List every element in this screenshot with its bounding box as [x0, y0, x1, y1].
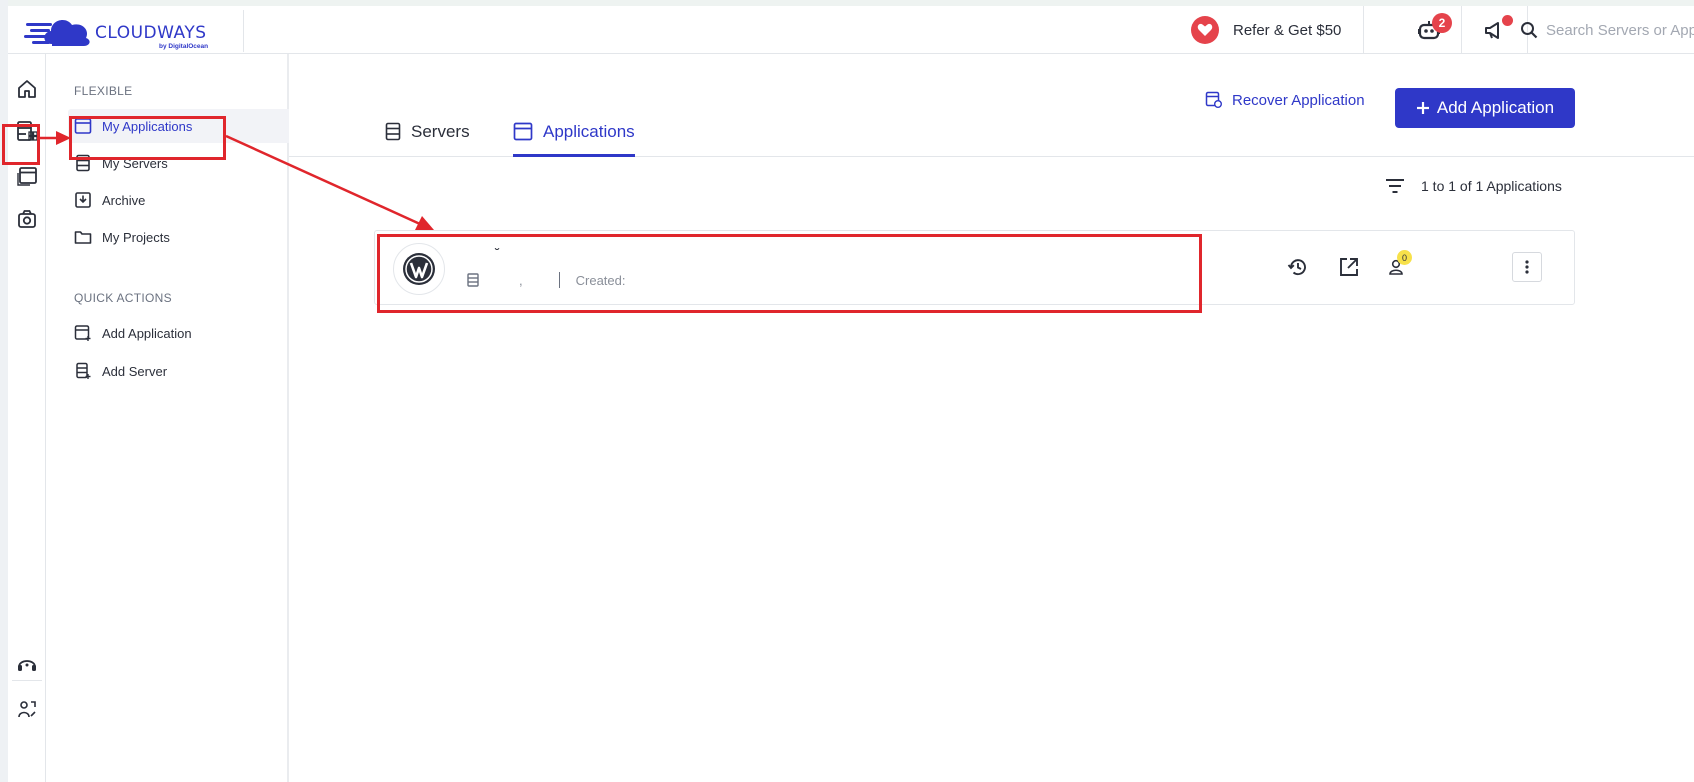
brand-subtitle: by DigitalOcean [159, 43, 209, 50]
recover-icon [1205, 91, 1222, 108]
sidebar-item-my-applications[interactable]: My Applications [68, 109, 314, 143]
section-flexible: FLEXIBLE [74, 84, 133, 98]
top-header: CLOUDWAYS by DigitalOcean Refer & Get $5… [8, 6, 1694, 54]
support-icon [18, 660, 36, 671]
rail-team[interactable] [12, 694, 42, 724]
heart-icon [1191, 16, 1219, 44]
rail-home[interactable] [12, 74, 42, 104]
sidebar-item-label: My Applications [102, 118, 193, 134]
cloudways-logo[interactable]: CLOUDWAYS by DigitalOcean [16, 10, 244, 52]
tab-label: Servers [411, 122, 470, 141]
sidebar-item-label: My Servers [102, 155, 168, 171]
filter-icon[interactable] [1385, 178, 1405, 194]
refer-button[interactable]: Refer & Get $50 [1191, 6, 1365, 54]
server-icon [385, 122, 401, 141]
open-external-button[interactable] [1334, 252, 1364, 282]
rail-support[interactable] [12, 649, 42, 679]
add-server-icon [74, 362, 92, 380]
server-icon [74, 154, 92, 172]
wordpress-icon [403, 253, 435, 285]
quick-action-label: Add Application [102, 325, 192, 341]
sidebar-item-my-servers[interactable]: My Servers [68, 146, 314, 180]
brand-name: CLOUDWAYS [95, 23, 207, 43]
collaborator-count-badge: 0 [1397, 250, 1412, 265]
page: CLOUDWAYS by DigitalOcean Refer & Get $5… [0, 0, 1694, 782]
section-quick-actions: QUICK ACTIONS [74, 291, 172, 305]
more-options-button[interactable] [1512, 252, 1542, 282]
sidebar-item-archive[interactable]: Archive [68, 183, 314, 217]
meta-divider [558, 272, 560, 288]
app-window-icon [74, 117, 92, 135]
tab-label: Applications [543, 122, 635, 141]
team-switch-icon [18, 701, 36, 718]
server-icon [467, 273, 479, 287]
secondary-sidebar: FLEXIBLE My Applications My Servers Arch… [46, 54, 314, 782]
kebab-menu-icon [1525, 260, 1529, 274]
created-label: Created: [575, 272, 626, 288]
external-link-icon [1340, 258, 1358, 276]
folder-icon [74, 228, 92, 246]
tab-servers[interactable]: Servers [385, 122, 470, 157]
tab-bar: Servers Applications [289, 114, 1694, 157]
quick-add-server[interactable]: Add Server [68, 354, 314, 388]
search-input[interactable] [1546, 21, 1694, 39]
sidebar-item-label: My Projects [102, 229, 170, 245]
search-icon [1521, 22, 1538, 39]
collaborators-button[interactable]: 0 [1381, 250, 1412, 282]
history-icon [1287, 259, 1306, 276]
refer-label: Refer & Get $50 [1233, 21, 1342, 39]
restore-history-button[interactable] [1283, 252, 1313, 282]
application-name[interactable]: ˘ [495, 245, 500, 261]
rail-addons[interactable] [12, 204, 42, 234]
icon-rail [8, 54, 46, 782]
quick-action-label: Add Server [102, 363, 168, 379]
wordpress-logo [393, 243, 445, 295]
bot-button[interactable]: 2 [1396, 6, 1462, 54]
home-icon [18, 80, 36, 98]
add-app-icon [74, 324, 92, 342]
tab-applications[interactable]: Applications [513, 122, 635, 157]
bot-badge: 2 [1432, 13, 1452, 33]
app-window-icon [17, 167, 37, 186]
app-window-icon [513, 122, 533, 141]
search-bar[interactable] [1520, 6, 1694, 54]
main-content: Recover Application Add Application Serv… [289, 54, 1694, 782]
sidebar-item-label: Archive [102, 192, 146, 208]
cloud-logo-icon [24, 20, 90, 46]
camera-icon [18, 210, 36, 228]
application-card[interactable]: ˘ , Created: 0 [374, 230, 1575, 305]
results-count: 1 to 1 of 1 Applications [1385, 178, 1562, 194]
plus-icon [1416, 102, 1429, 114]
archive-icon [74, 191, 92, 209]
left-strip [0, 0, 8, 782]
rail-servers-apps[interactable] [12, 116, 42, 146]
server-name[interactable]: , [519, 273, 523, 288]
application-meta: , Created: [467, 272, 626, 288]
results-count-label: 1 to 1 of 1 Applications [1421, 178, 1562, 194]
quick-add-application[interactable]: Add Application [68, 316, 314, 350]
rail-applications[interactable] [12, 160, 42, 190]
rail-divider [12, 680, 42, 681]
announcements-button[interactable] [1462, 6, 1528, 54]
recover-application-button[interactable]: Recover Application [1205, 91, 1365, 109]
server-apps-icon [17, 121, 38, 141]
recover-label: Recover Application [1232, 91, 1365, 109]
sidebar-item-my-projects[interactable]: My Projects [68, 220, 314, 254]
notification-dot [1502, 15, 1513, 26]
